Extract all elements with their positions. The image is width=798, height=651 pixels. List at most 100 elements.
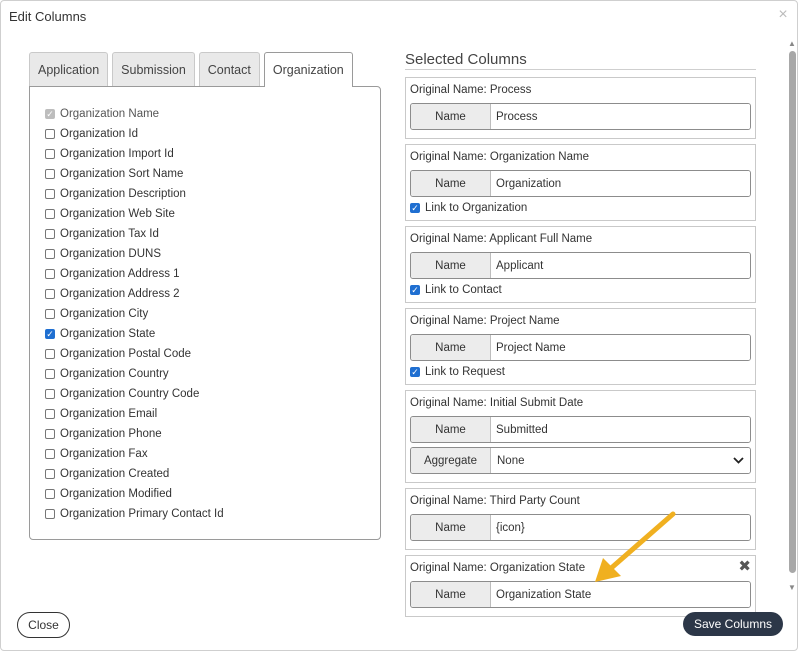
name-field: Name	[410, 103, 751, 130]
column-name-input[interactable]	[491, 417, 750, 442]
field-checkbox[interactable]	[45, 389, 55, 399]
original-name: Original Name: Applicant Full Name	[410, 233, 593, 245]
field-option: Organization Name	[45, 104, 224, 124]
name-label: Name	[411, 335, 491, 360]
field-checkbox[interactable]	[45, 249, 55, 259]
aggregate-value: None	[497, 454, 525, 467]
field-checkbox[interactable]	[45, 269, 55, 279]
tab-submission[interactable]: Submission	[112, 52, 195, 86]
original-name: Original Name: Project Name	[410, 315, 560, 327]
name-field: Name	[410, 581, 751, 608]
field-option[interactable]: Organization State	[45, 324, 224, 344]
field-option[interactable]: Organization Created	[45, 464, 224, 484]
save-columns-button[interactable]: Save Columns	[683, 612, 783, 636]
field-checkbox[interactable]	[45, 209, 55, 219]
link-checkbox[interactable]	[410, 367, 420, 377]
column-card-organization-state: ✖ Original Name: Organization State Name	[405, 555, 756, 617]
column-name-input[interactable]	[491, 171, 750, 196]
name-field: Name	[410, 252, 751, 279]
name-label: Name	[411, 253, 491, 278]
field-checkbox[interactable]	[45, 189, 55, 199]
field-label: Organization Description	[60, 188, 186, 200]
edit-columns-dialog: Edit Columns × Application Submission Co…	[0, 0, 798, 651]
column-name-input[interactable]	[491, 104, 750, 129]
scrollbar-thumb[interactable]	[789, 51, 796, 573]
heading-divider	[405, 69, 756, 70]
close-button[interactable]: Close	[17, 612, 70, 638]
field-option[interactable]: Organization Country	[45, 364, 224, 384]
field-option[interactable]: Organization Fax	[45, 444, 224, 464]
original-name: Original Name: Initial Submit Date	[410, 397, 584, 409]
field-checkbox[interactable]	[45, 429, 55, 439]
column-name-input[interactable]	[491, 335, 750, 360]
organization-fields-panel: Organization Name Organization Id Organiza…	[29, 86, 381, 540]
selected-columns-heading: Selected Columns	[405, 51, 527, 68]
field-label: Organization State	[60, 328, 156, 340]
field-option[interactable]: Organization Primary Contact Id	[45, 504, 224, 524]
field-category-tabs: Application Submission Contact Organizat…	[29, 52, 357, 87]
column-name-input[interactable]	[491, 515, 750, 540]
link-checkbox[interactable]	[410, 285, 420, 295]
column-name-input[interactable]	[491, 253, 750, 278]
column-card-project-name: Original Name: Project Name Name Link to…	[405, 308, 756, 385]
field-option[interactable]: Organization City	[45, 304, 224, 324]
field-label: Organization Modified	[60, 488, 172, 500]
field-label: Organization Web Site	[60, 208, 175, 220]
scroll-down-arrow[interactable]: ▼	[787, 584, 797, 592]
field-option[interactable]: Organization Sort Name	[45, 164, 224, 184]
field-checkbox[interactable]	[45, 289, 55, 299]
name-label: Name	[411, 515, 491, 540]
field-option[interactable]: Organization Postal Code	[45, 344, 224, 364]
field-option[interactable]: Organization Address 2	[45, 284, 224, 304]
field-checkbox[interactable]	[45, 329, 55, 339]
field-checkbox[interactable]	[45, 149, 55, 159]
tab-organization[interactable]: Organization	[263, 52, 353, 87]
field-checkbox[interactable]	[45, 409, 55, 419]
tab-contact[interactable]: Contact	[198, 52, 260, 86]
field-option[interactable]: Organization Address 1	[45, 264, 224, 284]
name-field: Name	[410, 416, 751, 443]
link-option: Link to Contact	[410, 283, 751, 297]
field-checkbox[interactable]	[45, 309, 55, 319]
field-checkbox[interactable]	[45, 509, 55, 519]
column-name-input[interactable]	[491, 582, 750, 607]
field-option[interactable]: Organization Tax Id	[45, 224, 224, 244]
field-list: Organization Name Organization Id Organiza…	[45, 104, 224, 524]
column-card-third-party-count: Original Name: Third Party Count Name	[405, 488, 756, 550]
name-label: Name	[411, 417, 491, 442]
field-option[interactable]: Organization Import Id	[45, 144, 224, 164]
field-checkbox[interactable]	[45, 349, 55, 359]
field-option[interactable]: Organization Description	[45, 184, 224, 204]
field-checkbox[interactable]	[45, 469, 55, 479]
field-label: Organization Name	[60, 108, 160, 120]
original-name: Original Name: Third Party Count	[410, 495, 580, 507]
field-checkbox[interactable]	[45, 489, 55, 499]
field-label: Organization Address 1	[60, 268, 180, 280]
link-checkbox[interactable]	[410, 203, 420, 213]
field-option[interactable]: Organization Id	[45, 124, 224, 144]
close-icon[interactable]: ×	[776, 7, 790, 23]
field-label: Organization Sort Name	[60, 168, 184, 180]
field-option[interactable]: Organization Email	[45, 404, 224, 424]
field-checkbox[interactable]	[45, 369, 55, 379]
link-label: Link to Contact	[425, 284, 502, 296]
field-option[interactable]: Organization DUNS	[45, 244, 224, 264]
field-checkbox[interactable]	[45, 449, 55, 459]
field-checkbox[interactable]	[45, 229, 55, 239]
remove-column-icon[interactable]: ✖	[738, 559, 751, 574]
tab-application[interactable]: Application	[29, 52, 109, 86]
column-card-initial-submit-date: Original Name: Initial Submit Date Name …	[405, 390, 756, 483]
field-label: Organization Import Id	[60, 148, 174, 160]
field-label: Organization DUNS	[60, 248, 161, 260]
field-option[interactable]: Organization Phone	[45, 424, 224, 444]
column-card-applicant-full-name: Original Name: Applicant Full Name Name …	[405, 226, 756, 303]
link-option: Link to Request	[410, 365, 751, 379]
aggregate-select[interactable]: None	[491, 448, 750, 473]
field-option[interactable]: Organization Web Site	[45, 204, 224, 224]
field-checkbox[interactable]	[45, 129, 55, 139]
scroll-up-arrow[interactable]: ▲	[787, 40, 797, 48]
field-label: Organization Address 2	[60, 288, 180, 300]
field-checkbox[interactable]	[45, 169, 55, 179]
field-option[interactable]: Organization Modified	[45, 484, 224, 504]
field-option[interactable]: Organization Country Code	[45, 384, 224, 404]
